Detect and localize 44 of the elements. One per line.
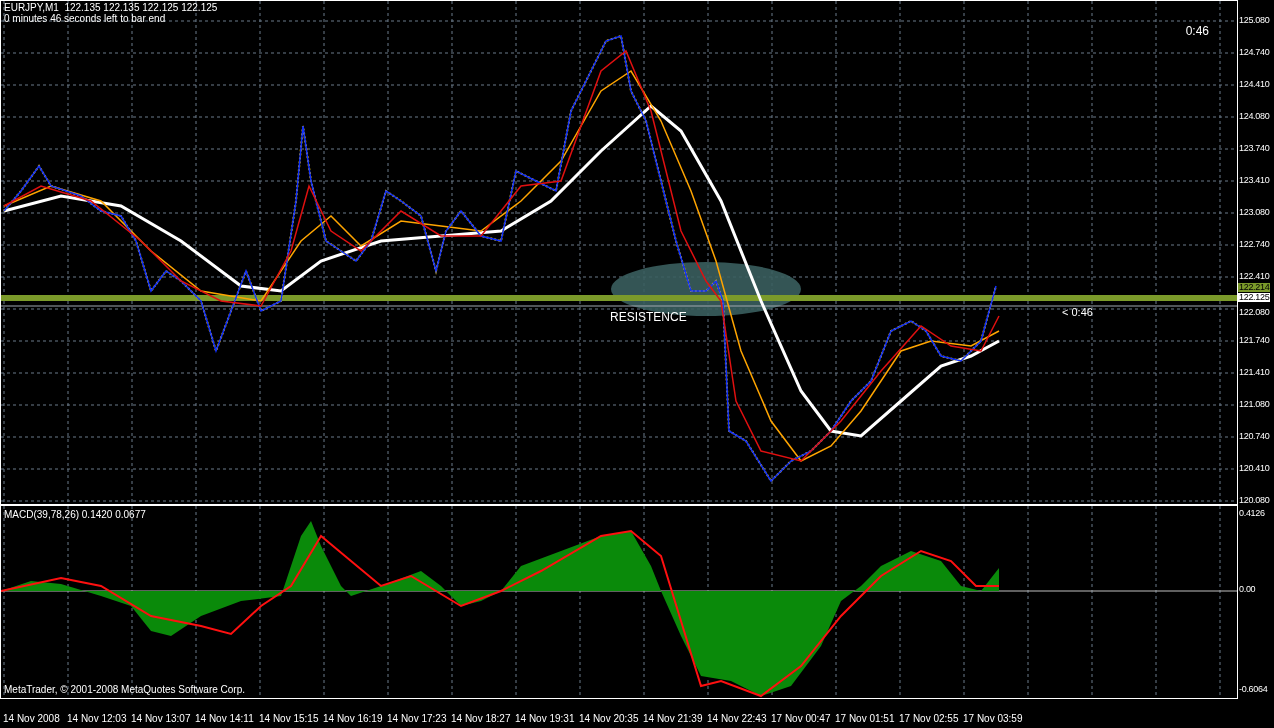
bar-end-countdown: 0 minutes 46 seconds left to bar end	[4, 14, 167, 24]
macd-tick-label: -0.6064	[1239, 685, 1268, 694]
time-tick-label: 14 Nov 21:39	[643, 713, 703, 724]
macd-tick-label: 0.00	[1239, 585, 1256, 594]
price-tick-label: 120.080	[1239, 496, 1270, 505]
time-tick-label: 17 Nov 02:55	[899, 713, 959, 724]
time-tick-label: 14 Nov 13:07	[131, 713, 191, 724]
resistance-label: RESISTENCE	[610, 311, 687, 323]
time-tick-label: 14 Nov 15:15	[259, 713, 319, 724]
price-tick-label: 120.410	[1239, 464, 1270, 473]
time-tick-label: 14 Nov 14:11	[195, 713, 254, 724]
price-tick-label: 122.410	[1239, 272, 1270, 281]
time-tick-label: 14 Nov 2008	[3, 713, 60, 724]
countdown-label: < 0:46	[1062, 307, 1093, 318]
bid-price-label: 122.125	[1238, 293, 1271, 302]
price-tick-label: 123.740	[1239, 144, 1270, 153]
price-tick-label: 124.740	[1239, 48, 1270, 57]
price-tick-label: 123.080	[1239, 208, 1270, 217]
time-tick-label: 14 Nov 19:31	[515, 713, 575, 724]
copyright-text: MetaTrader, © 2001-2008 MetaQuotes Software Corp.	[4, 685, 245, 695]
price-tick-label: 125.080	[1239, 16, 1270, 25]
time-tick-label: 17 Nov 03:59	[963, 713, 1023, 724]
time-tick-label: 14 Nov 17:23	[387, 713, 447, 724]
price-tick-label: 121.740	[1239, 336, 1270, 345]
price-tick-label: 121.080	[1239, 400, 1270, 409]
price-tick-label: 124.080	[1239, 112, 1270, 121]
symbol-quote: EURJPY,M1 122.135 122.135 122.125 122.125	[4, 3, 218, 13]
macd-tick-label: 0.4126	[1239, 509, 1265, 518]
time-tick-label: 14 Nov 16:19	[323, 713, 383, 724]
time-tick-label: 14 Nov 12:03	[67, 713, 127, 724]
time-tick-label: 14 Nov 18:27	[451, 713, 511, 724]
price-tick-label: 122.740	[1239, 240, 1270, 249]
time-tick-label: 17 Nov 01:51	[835, 713, 895, 724]
price-tick-label: 123.410	[1239, 176, 1270, 185]
price-tick-label: 121.410	[1239, 368, 1270, 377]
macd-title: MACD(39,78,26) 0.1420 0.0677	[4, 510, 146, 520]
price-tick-label: 124.410	[1239, 80, 1270, 89]
time-tick-label: 14 Nov 20:35	[579, 713, 639, 724]
time-tick-label: 17 Nov 00:47	[771, 713, 831, 724]
price-tick-label: 120.740	[1239, 432, 1270, 441]
timer-label: 0:46	[1185, 25, 1209, 37]
price-tick-label: 122.080	[1239, 308, 1270, 317]
line-price-label: 122.214	[1238, 283, 1271, 292]
time-tick-label: 14 Nov 22:43	[707, 713, 767, 724]
